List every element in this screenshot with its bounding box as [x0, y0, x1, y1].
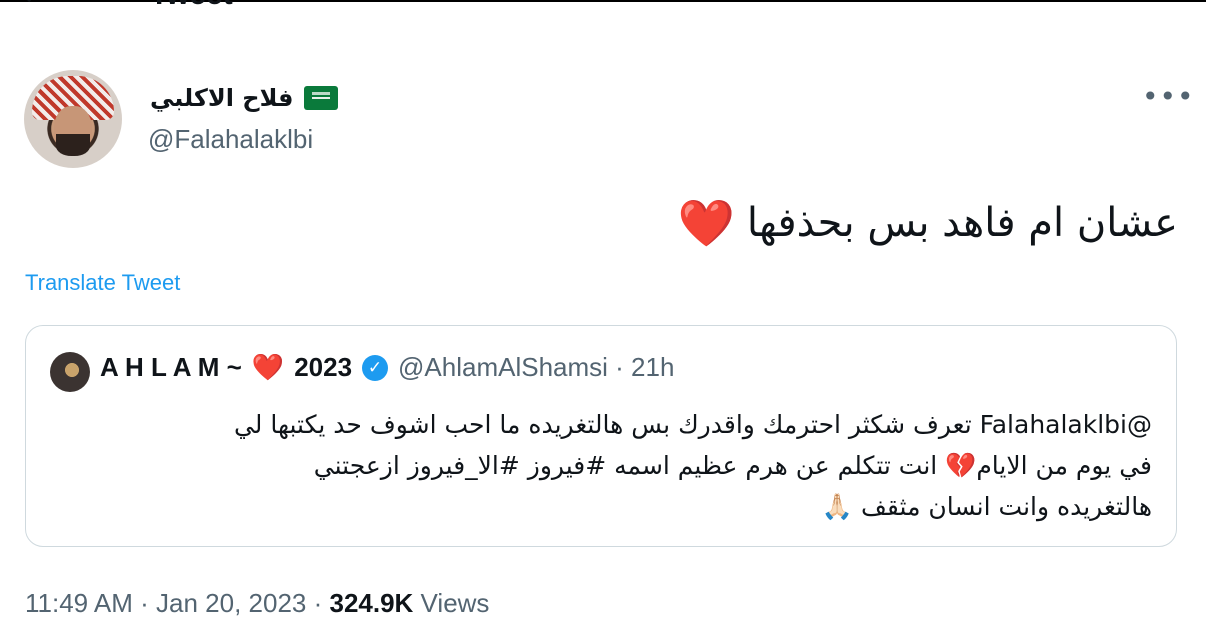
arrow-left-icon[interactable]: ← — [22, 0, 47, 13]
author-display-name[interactable]: فلاح الاكلبي — [150, 84, 338, 112]
quoted-text-line: في يوم من الايام💔 انت تتكلم عن هرم عظيم … — [313, 451, 1152, 480]
quoted-avatar — [50, 352, 90, 392]
tweet-meta: 11:49 AM · Jan 20, 2023 · 324.9K Views — [25, 588, 489, 619]
beard-graphic — [56, 134, 90, 156]
saudi-flag-icon — [303, 86, 338, 110]
quoted-display-name: A H L A M ~ — [100, 352, 242, 382]
quoted-text-line: @Falahalaklbi تعرف شكثر احترمك واقدرك بس… — [233, 410, 1152, 439]
quoted-handle-time: @AhlamAlShamsi · 21h — [398, 352, 675, 382]
more-options-icon[interactable]: ••• — [1142, 80, 1195, 113]
quoted-header: A H L A M ~ ❤️ 2023 ✓ @AhlamAlShamsi · 2… — [100, 352, 674, 383]
quoted-tweet-card[interactable]: A H L A M ~ ❤️ 2023 ✓ @AhlamAlShamsi · 2… — [25, 325, 1177, 547]
author-name-text: فلاح الاكلبي — [150, 84, 294, 112]
verified-badge-icon: ✓ — [362, 354, 389, 381]
quoted-text: @Falahalaklbi تعرف شكثر احترمك واقدرك بس… — [62, 404, 1152, 527]
heart-icon: ❤️ — [251, 352, 285, 383]
author-handle[interactable]: @Falahalaklbi — [148, 124, 313, 155]
views-count: 324.9K — [329, 588, 414, 618]
page-title: Tweet — [150, 0, 233, 12]
quoted-text-line: هالتغريده وانت انسان مثقف 🙏🏻 — [821, 492, 1152, 521]
tweet-text: عشان ام فاهد بس بحذفها ❤️ — [678, 200, 1178, 246]
translate-tweet-link[interactable]: Translate Tweet — [25, 270, 180, 296]
avatar[interactable] — [24, 70, 122, 168]
red-heart-icon: ❤️ — [677, 196, 735, 250]
tweet-body: عشان ام فاهد بس بحذفها — [746, 200, 1178, 246]
timestamp[interactable]: 11:49 AM · Jan 20, 2023 · — [25, 588, 329, 618]
quoted-name-year: 2023 — [294, 352, 353, 382]
views-label: Views — [413, 588, 490, 618]
